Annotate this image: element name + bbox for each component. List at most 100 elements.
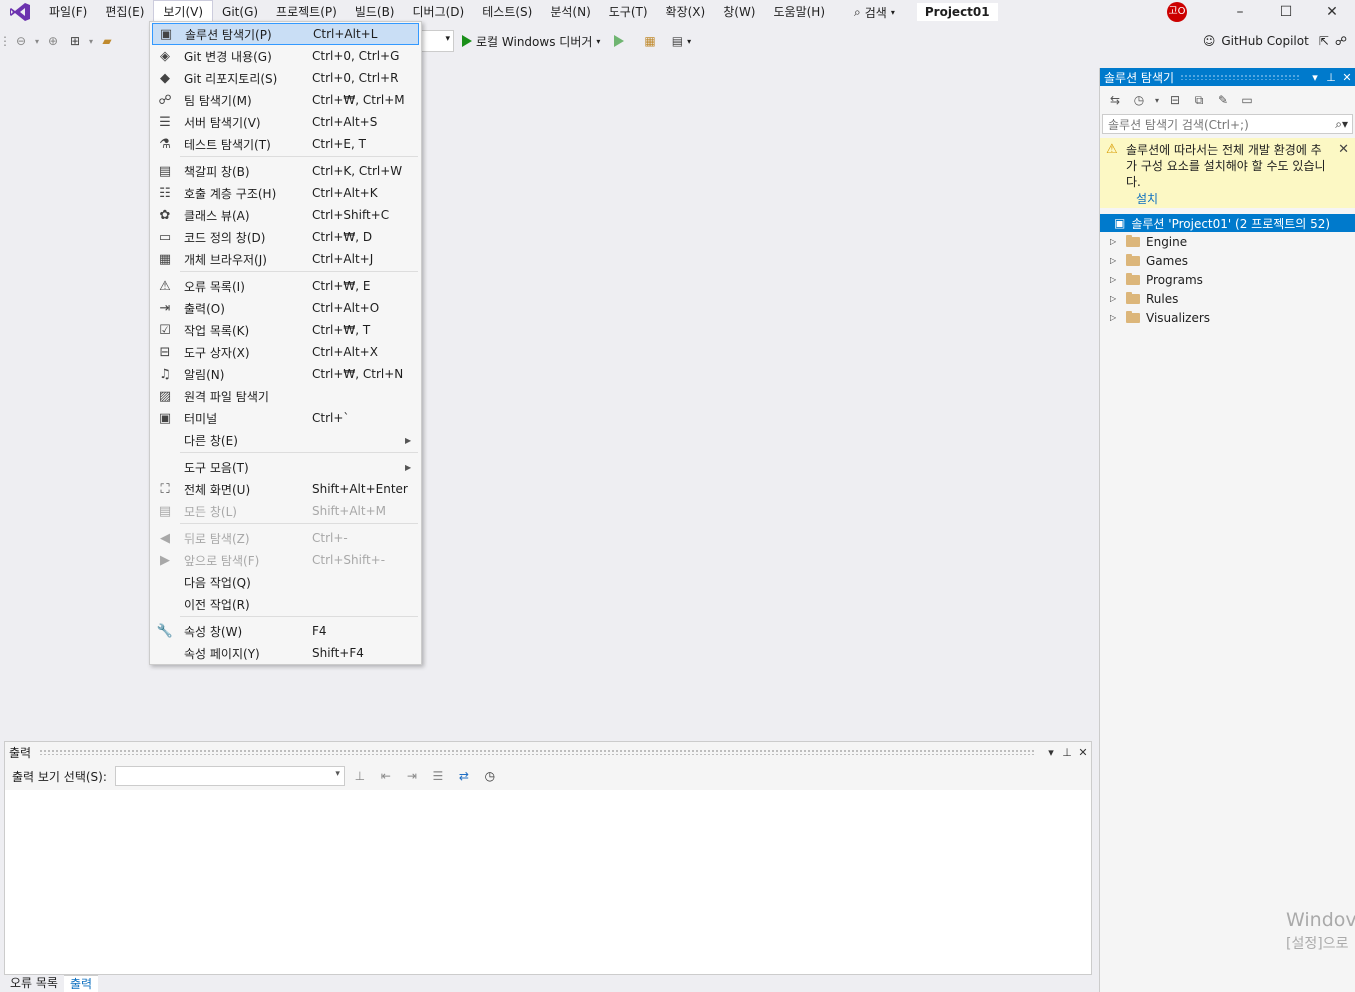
view-menu-item-5[interactable]: ⚗ 테스트 탐색기(T) Ctrl+E, T	[152, 133, 419, 155]
expand-arrow-icon[interactable]: ▷	[1100, 313, 1126, 322]
view-menu-item-24[interactable]: 다음 작업(Q)	[152, 571, 419, 593]
tree-item-folder[interactable]: ▷ Engine	[1100, 232, 1355, 251]
full-screen-icon: ⛶	[160, 481, 170, 497]
close-icon[interactable]: ✕	[1338, 142, 1349, 157]
pending-changes-icon[interactable]: ◷	[1128, 89, 1150, 111]
view-menu-item-25[interactable]: 이전 작업(R)	[152, 593, 419, 615]
word-wrap-icon[interactable]: ⇄	[453, 765, 475, 787]
github-copilot-button[interactable]: ☺ GitHub Copilot ⇱ ☍	[1203, 28, 1347, 54]
view-menu-item-1[interactable]: ◈ Git 변경 내용(G) Ctrl+0, Ctrl+G	[152, 45, 419, 67]
tree-item-folder[interactable]: ▷ Programs	[1100, 270, 1355, 289]
solution-explorer-panel: 솔루션 탐색기 ▾ ⊥ ✕ ⇆ ◷ ▾ ⊟ ⧉ ✎ ▭ 솔루션 탐색기 검색(C…	[1099, 68, 1355, 992]
chevron-down-icon[interactable]: ▾	[32, 30, 42, 52]
start-debugging-button[interactable]: 로컬 Windows 디버거 ▾ ▦ ▤ ▾	[462, 28, 691, 54]
tree-item-folder[interactable]: ▷ Visualizers	[1100, 308, 1355, 327]
menu-extensions[interactable]: 확장(X)	[657, 1, 715, 23]
view-menu-item-16[interactable]: ▨ 원격 파일 탐색기	[152, 385, 419, 407]
output-title-bar[interactable]: 출력 ▾ ⊥ ✕	[5, 742, 1091, 762]
avatar[interactable]: 고O	[1167, 2, 1187, 22]
view-menu-item-7[interactable]: ☷ 호출 계층 구조(H) Ctrl+Alt+K	[152, 182, 419, 204]
menu-debug[interactable]: 디버그(D)	[404, 1, 474, 23]
search-button[interactable]: ⌕ 검색 ▾	[846, 4, 903, 21]
view-menu-item-13[interactable]: ☑ 작업 목록(K) Ctrl+₩, T	[152, 319, 419, 341]
view-menu-item-3[interactable]: ☍ 팀 탐색기(M) Ctrl+₩, Ctrl+M	[152, 89, 419, 111]
tree-item-folder[interactable]: ▷ Games	[1100, 251, 1355, 270]
view-menu-item-22: ◀ 뒤로 탐색(Z) Ctrl+-	[152, 527, 419, 549]
configuration-combo[interactable]: ▾	[420, 30, 454, 52]
menu-project[interactable]: 프로젝트(P)	[267, 1, 346, 23]
tab-output[interactable]: 출력	[63, 975, 99, 992]
view-menu-item-14[interactable]: ⊟ 도구 상자(X) Ctrl+Alt+X	[152, 341, 419, 363]
view-menu-item-8[interactable]: ✿ 클래스 뷰(A) Ctrl+Shift+C	[152, 204, 419, 226]
view-menu-item-18[interactable]: 다른 창(E) ▶	[152, 429, 419, 451]
tab-error-list[interactable]: 오류 목록	[4, 975, 64, 992]
view-menu-item-4[interactable]: ☰ 서버 탐색기(V) Ctrl+Alt+S	[152, 111, 419, 133]
chevron-down-icon[interactable]: ▾	[687, 37, 691, 46]
solution-explorer-title-bar[interactable]: 솔루션 탐색기 ▾ ⊥ ✕	[1100, 68, 1355, 86]
solution-search-input[interactable]: 솔루션 탐색기 검색(Ctrl+;) ⌕▾	[1102, 114, 1353, 134]
expand-arrow-icon[interactable]: ▷	[1100, 294, 1126, 303]
expand-arrow-icon[interactable]: ▷	[1100, 237, 1126, 246]
view-menu-item-12[interactable]: ⇥ 출력(O) Ctrl+Alt+O	[152, 297, 419, 319]
output-source-select[interactable]	[114, 766, 345, 786]
folder-open-icon[interactable]: ▦	[644, 34, 655, 48]
tree-item-folder[interactable]: ▷ Rules	[1100, 289, 1355, 308]
view-menu-item-9[interactable]: ▭ 코드 정의 창(D) Ctrl+₩, D	[152, 226, 419, 248]
visual-studio-logo-icon[interactable]	[0, 0, 40, 24]
menu-test[interactable]: 테스트(S)	[473, 1, 541, 23]
close-icon[interactable]: ✕	[1075, 746, 1091, 759]
navigate-forward-icon[interactable]: ⊕	[42, 30, 64, 52]
maximize-button[interactable]: ☐	[1263, 0, 1309, 24]
timestamp-icon[interactable]: ◷	[479, 765, 501, 787]
chevron-down-icon[interactable]: ▾	[1307, 71, 1323, 84]
menu-build[interactable]: 빌드(B)	[346, 1, 404, 23]
chevron-down-icon[interactable]: ▾	[1043, 746, 1059, 759]
collapse-all-icon[interactable]: ⊟	[1164, 89, 1186, 111]
menu-file[interactable]: 파일(F)	[40, 1, 96, 23]
expand-arrow-icon[interactable]: ▷	[1100, 256, 1126, 265]
view-menu-item-17[interactable]: ▣ 터미널 Ctrl+`	[152, 407, 419, 429]
expand-arrow-icon[interactable]: ▷	[1100, 275, 1126, 284]
output-text-area[interactable]	[5, 790, 1091, 974]
view-menu-item-0[interactable]: ▣ 솔루션 탐색기(P) Ctrl+Alt+L	[152, 23, 419, 45]
close-icon[interactable]: ✕	[1339, 71, 1355, 84]
close-window-button[interactable]: ✕	[1309, 0, 1355, 24]
view-menu-item-10[interactable]: ▦ 개체 브라우저(J) Ctrl+Alt+J	[152, 248, 419, 270]
preview-icon[interactable]: ▭	[1236, 89, 1258, 111]
view-menu-item-shortcut: Ctrl+₩, E	[312, 279, 371, 293]
share-icon[interactable]: ⇱	[1319, 34, 1329, 48]
feedback-icon[interactable]: ☍	[1335, 34, 1347, 48]
menu-git[interactable]: Git(G)	[213, 1, 267, 23]
chevron-down-icon[interactable]: ▾	[86, 30, 96, 52]
menu-edit[interactable]: 편집(E)	[96, 1, 153, 23]
view-menu-item-2[interactable]: ◆ Git 리포지토리(S) Ctrl+0, Ctrl+R	[152, 67, 419, 89]
install-link[interactable]: 설치	[1136, 191, 1326, 207]
view-menu-item-19[interactable]: 도구 모음(T) ▶	[152, 456, 419, 478]
view-menu-item-15[interactable]: ♫ 알림(N) Ctrl+₩, Ctrl+N	[152, 363, 419, 385]
window-layout-icon[interactable]: ▤	[672, 34, 683, 48]
view-menu-item-27[interactable]: 속성 페이지(Y) Shift+F4	[152, 642, 419, 664]
properties-icon[interactable]: ✎	[1212, 89, 1234, 111]
object-browser-icon: ▦	[158, 251, 172, 267]
view-menu-item-6[interactable]: ▤ 책갈피 창(B) Ctrl+K, Ctrl+W	[152, 160, 419, 182]
pin-icon[interactable]: ⊥	[1059, 746, 1075, 759]
solution-explorer-toolbar: ⇆ ◷ ▾ ⊟ ⧉ ✎ ▭	[1100, 86, 1355, 114]
menu-tools[interactable]: 도구(T)	[600, 1, 657, 23]
view-menu-item-26[interactable]: 🔧 속성 창(W) F4	[152, 620, 419, 642]
view-menu-item-11[interactable]: ⚠ 오류 목록(I) Ctrl+₩, E	[152, 275, 419, 297]
switch-views-icon[interactable]: ⇆	[1104, 89, 1126, 111]
minimize-button[interactable]: –	[1217, 0, 1263, 24]
view-menu-item-20[interactable]: ⛶ 전체 화면(U) Shift+Alt+Enter	[152, 478, 419, 500]
chevron-down-icon[interactable]: ▾	[1152, 89, 1162, 111]
open-file-icon[interactable]: ▰	[96, 30, 118, 52]
search-icon[interactable]: ⌕▾	[1335, 117, 1348, 132]
pin-icon[interactable]: ⊥	[1323, 71, 1339, 84]
start-without-debugging-icon[interactable]	[614, 35, 625, 47]
menu-window[interactable]: 창(W)	[714, 1, 764, 23]
new-project-icon[interactable]: ⊞	[64, 30, 86, 52]
menu-help[interactable]: 도움말(H)	[765, 1, 835, 23]
show-all-files-icon[interactable]: ⧉	[1188, 89, 1210, 111]
solution-root-node[interactable]: ▣ 솔루션 'Project01' (2 프로젝트의 52)	[1100, 214, 1355, 232]
navigate-back-icon[interactable]: ⊖	[10, 30, 32, 52]
menu-analyze[interactable]: 분석(N)	[541, 1, 599, 23]
